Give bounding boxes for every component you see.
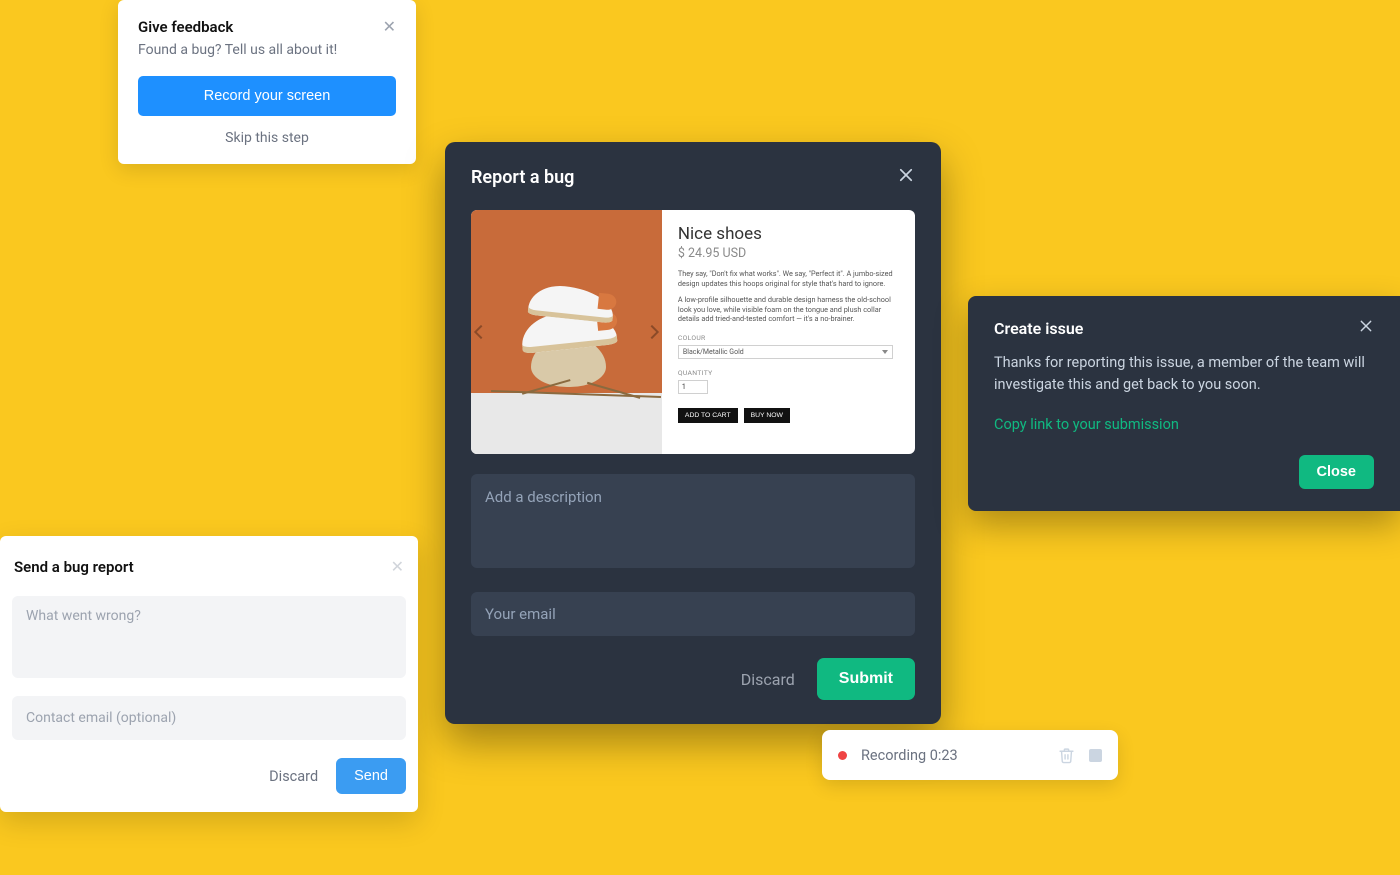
send-bug-report-title: Send a bug report xyxy=(14,558,134,576)
product-details: Nice shoes $ 24.95 USD They say, "Don't … xyxy=(662,210,915,454)
close-icon[interactable]: ✕ xyxy=(391,559,404,575)
skip-step-link[interactable]: Skip this step xyxy=(138,130,396,146)
create-issue-message: Thanks for reporting this issue, a membe… xyxy=(994,352,1374,396)
report-email-input[interactable] xyxy=(12,696,406,740)
buy-now-button[interactable]: BUY NOW xyxy=(744,408,790,423)
discard-button[interactable]: Discard xyxy=(269,768,318,785)
close-icon[interactable]: ✕ xyxy=(383,19,396,35)
product-price: $ 24.95 USD xyxy=(678,246,893,261)
product-image xyxy=(471,210,662,454)
record-screen-button[interactable]: Record your screen xyxy=(138,76,396,116)
discard-button[interactable]: Discard xyxy=(741,670,795,689)
bug-email-input[interactable] xyxy=(471,592,915,636)
give-feedback-subtitle: Found a bug? Tell us all about it! xyxy=(138,42,396,58)
screenshot-preview: Nice shoes $ 24.95 USD They say, "Don't … xyxy=(471,210,915,454)
close-icon[interactable] xyxy=(897,166,915,188)
report-bug-modal: Report a bug Nice shoes $ 24.95 USD They… xyxy=(445,142,941,724)
create-issue-title: Create issue xyxy=(994,319,1083,338)
recording-label: Recording 0:23 xyxy=(861,747,1044,764)
give-feedback-card: Give feedback ✕ Found a bug? Tell us all… xyxy=(118,0,416,164)
quantity-input[interactable]: 1 xyxy=(678,380,708,394)
bug-description-input[interactable] xyxy=(471,474,915,568)
colour-value: Black/Metallic Gold xyxy=(683,348,744,356)
trash-icon[interactable] xyxy=(1058,747,1075,764)
report-description-input[interactable] xyxy=(12,596,406,678)
colour-label: COLOUR xyxy=(678,334,893,342)
product-description-2: A low-profile silhouette and durable des… xyxy=(678,295,893,325)
recording-bar: Recording 0:23 xyxy=(822,730,1118,780)
create-issue-card: Create issue Thanks for reporting this i… xyxy=(968,296,1400,511)
quantity-label: QUANTITY xyxy=(678,369,893,377)
colour-select[interactable]: Black/Metallic Gold xyxy=(678,345,893,359)
product-name: Nice shoes xyxy=(678,224,893,244)
close-button[interactable]: Close xyxy=(1299,455,1375,489)
copy-link[interactable]: Copy link to your submission xyxy=(994,416,1179,433)
stop-icon[interactable] xyxy=(1089,749,1102,762)
close-icon[interactable] xyxy=(1358,318,1374,338)
add-to-cart-button[interactable]: ADD TO CART xyxy=(678,408,738,423)
recording-indicator-icon xyxy=(838,751,847,760)
report-bug-title: Report a bug xyxy=(471,167,574,188)
submit-button[interactable]: Submit xyxy=(817,658,915,700)
give-feedback-title: Give feedback xyxy=(138,18,233,36)
send-button[interactable]: Send xyxy=(336,758,406,794)
send-bug-report-card: Send a bug report ✕ Discard Send xyxy=(0,536,418,812)
product-description-1: They say, "Don't fix what works". We say… xyxy=(678,269,893,289)
